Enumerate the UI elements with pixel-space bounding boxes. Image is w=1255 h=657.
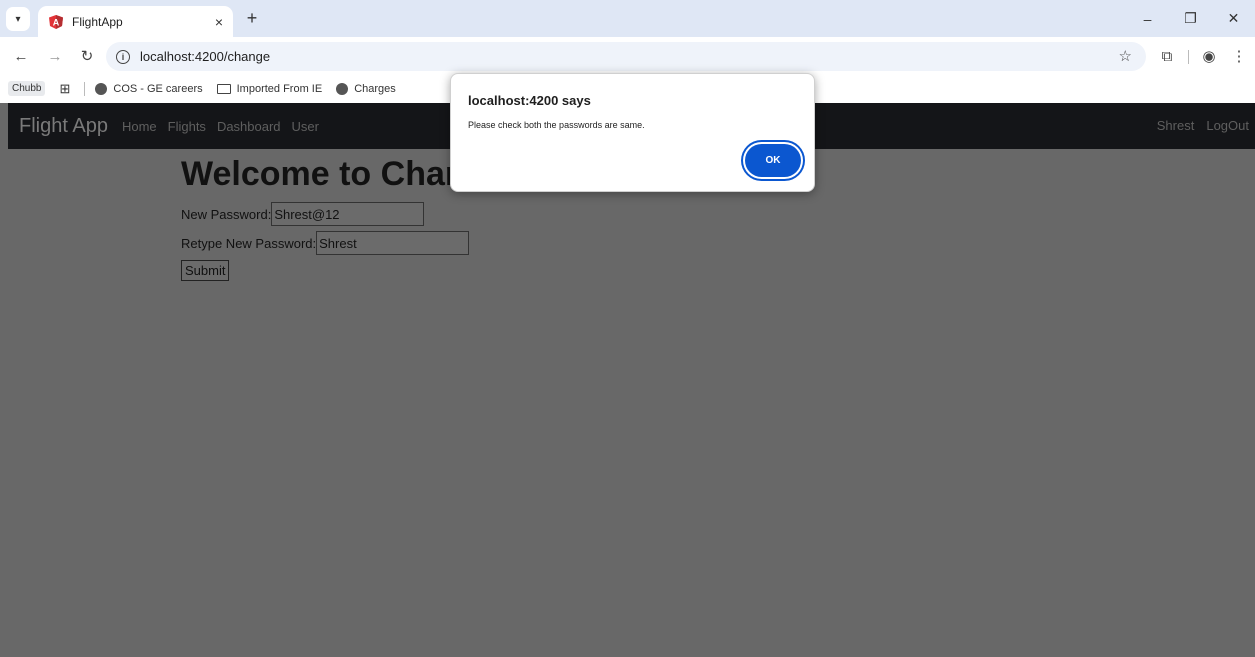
- svg-text:A: A: [53, 17, 60, 27]
- apps-grid-icon[interactable]: ⊞: [59, 81, 70, 97]
- angular-favicon-icon: A: [48, 14, 64, 30]
- minimize-icon[interactable]: –: [1126, 0, 1169, 37]
- page-title: Welcome to Chang: [181, 155, 487, 193]
- tab-title: FlightApp: [72, 14, 123, 29]
- new-tab-button[interactable]: +: [241, 7, 263, 29]
- browser-toolbar: ← → ↻ i localhost:4200/change ☆ ⧉ ◉ ⋮: [0, 37, 1255, 74]
- dialog-title: localhost:4200 says: [468, 93, 591, 108]
- bookmark-label: Chubb: [8, 81, 46, 96]
- new-password-row: New Password:: [181, 202, 486, 226]
- globe-icon: [336, 82, 349, 95]
- nav-user[interactable]: User: [292, 119, 319, 134]
- nav-flights[interactable]: Flights: [168, 119, 206, 134]
- reload-icon[interactable]: ↻: [76, 45, 98, 67]
- new-password-label: New Password:: [181, 206, 272, 222]
- forward-arrow-icon[interactable]: →: [44, 45, 66, 67]
- new-password-input[interactable]: [271, 202, 425, 226]
- retype-password-label: Retype New Password:: [181, 235, 317, 251]
- nav-logout[interactable]: LogOut: [1206, 118, 1249, 133]
- address-bar[interactable]: i localhost:4200/change ☆: [106, 42, 1146, 71]
- bookmark-cos-ge-careers[interactable]: COS - GE careers: [95, 82, 203, 95]
- tab-search-chevron-icon[interactable]: ▾: [6, 7, 30, 31]
- back-arrow-icon[interactable]: ←: [10, 45, 32, 67]
- tab-strip: ▾ A FlightApp × + – ❐ ✕: [0, 0, 1255, 37]
- extensions-puzzle-icon[interactable]: ⧉: [1156, 45, 1178, 67]
- toolbar-divider: [1188, 50, 1189, 64]
- profile-icon[interactable]: ◉: [1198, 45, 1220, 67]
- nav-right-group: Shrest LogOut: [1145, 118, 1249, 133]
- kebab-menu-icon[interactable]: ⋮: [1228, 45, 1250, 67]
- nav-username[interactable]: Shrest: [1157, 118, 1195, 133]
- retype-password-row: Retype New Password:: [181, 231, 486, 255]
- restore-icon[interactable]: ❐: [1169, 0, 1212, 37]
- bookmark-charges[interactable]: Charges: [336, 82, 396, 95]
- submit-button[interactable]: Submit: [181, 260, 230, 281]
- bookmark-divider: [84, 81, 86, 96]
- ok-button[interactable]: OK: [745, 144, 801, 177]
- nav-home[interactable]: Home: [122, 119, 157, 134]
- app-brand[interactable]: Flight App: [19, 115, 108, 138]
- change-password-form: Welcome to Chang New Password: Retype Ne…: [181, 155, 486, 281]
- browser-tab[interactable]: A FlightApp ×: [38, 6, 233, 37]
- bookmark-star-icon[interactable]: ☆: [1119, 47, 1132, 65]
- bookmark-label: Charges: [354, 82, 396, 95]
- site-info-icon[interactable]: i: [116, 49, 130, 64]
- folder-icon: [216, 83, 231, 94]
- bookmark-chubb[interactable]: Chubb: [8, 81, 46, 96]
- close-window-icon[interactable]: ✕: [1212, 0, 1255, 37]
- alert-dialog: localhost:4200 says Please check both th…: [450, 73, 815, 192]
- window-controls: – ❐ ✕: [1126, 0, 1255, 37]
- bookmark-imported-from-ie[interactable]: Imported From IE: [216, 82, 323, 95]
- bookmark-label: COS - GE careers: [113, 82, 203, 95]
- nav-dashboard[interactable]: Dashboard: [217, 119, 281, 134]
- dialog-message: Please check both the passwords are same…: [468, 120, 645, 130]
- url-text: localhost:4200/change: [140, 49, 271, 64]
- bookmark-label: Imported From IE: [236, 82, 323, 95]
- globe-icon: [95, 82, 108, 95]
- tab-close-icon[interactable]: ×: [215, 14, 223, 30]
- retype-password-input[interactable]: [316, 231, 470, 255]
